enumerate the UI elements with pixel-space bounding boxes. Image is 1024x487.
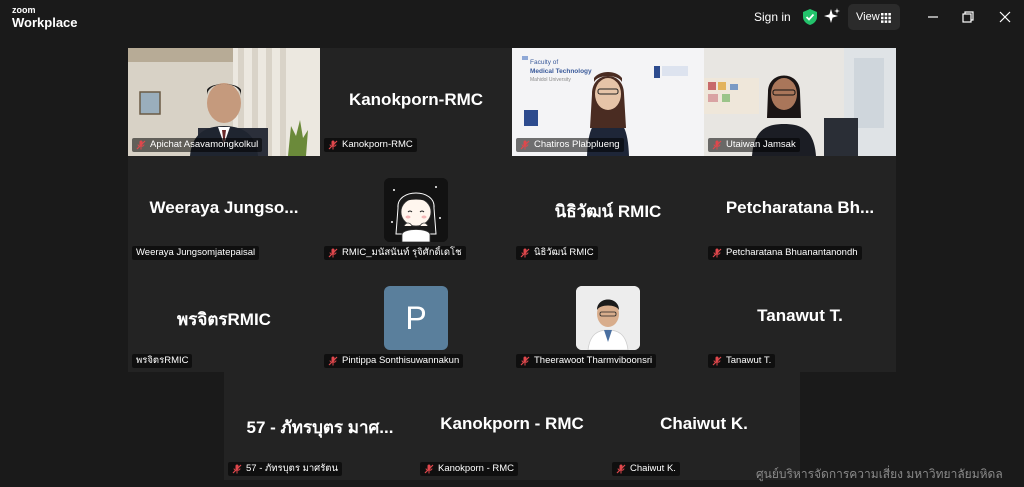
ai-companion-sparkle-icon[interactable] xyxy=(824,8,840,24)
mic-muted-icon xyxy=(520,356,530,366)
view-label: View xyxy=(856,11,880,23)
participant-name: Weeraya Jungsomjatepaisal xyxy=(136,247,256,258)
video-gallery: Apichat Asavamongkolkul Kanokporn-RMC Ka… xyxy=(0,36,1024,487)
mic-muted-icon xyxy=(328,248,338,258)
participant-name: Pintippa Sonthisuwannakun xyxy=(342,355,460,366)
participant-name: 57 - ภัทรบุตร มาศรัตน xyxy=(246,463,338,474)
participant-name-tag: นิธิวัฒน์ RMIC xyxy=(516,246,598,260)
participant-tile[interactable]: Chaiwut K. Chaiwut K. xyxy=(608,372,800,480)
mic-muted-icon xyxy=(712,356,722,366)
watermark-text: ศูนย์บริหารจัดการความเสี่ยง มหาวิทยาลัยม… xyxy=(756,467,1003,481)
participant-name-tag: Theerawoot Tharmviboonsri xyxy=(516,354,657,368)
shield-check-icon[interactable] xyxy=(803,9,817,25)
slide-text-line2: Medical Technology xyxy=(530,68,592,75)
participant-name-tag: Weeraya Jungsomjatepaisal xyxy=(132,246,260,260)
participant-tile[interactable]: Weeraya Jungso... Weeraya Jungsomjatepai… xyxy=(128,156,320,264)
participant-tile[interactable]: Faculty of Medical Technology Mahidol Un… xyxy=(512,48,704,156)
participant-name-tag: RMIC_มนัสนันท์ รุจิศักดิ์เดโช xyxy=(324,246,466,260)
participant-name-tag: Pintippa Sonthisuwannakun xyxy=(324,354,464,368)
mic-muted-icon xyxy=(328,356,338,366)
participant-tile[interactable]: Theerawoot Tharmviboonsri xyxy=(512,264,704,372)
participant-tile[interactable]: Tanawut T. Tanawut T. xyxy=(704,264,896,372)
participant-tile[interactable]: Petcharatana Bh... Petcharatana Bhuanant… xyxy=(704,156,896,264)
mic-muted-icon xyxy=(136,140,146,150)
participant-name: Kanokporn - RMC xyxy=(438,463,515,474)
participant-name: พรจิตรRMIC xyxy=(136,355,189,366)
participant-display-name: Petcharatana Bh... xyxy=(725,198,875,217)
cartoon-avatar-image xyxy=(384,178,448,242)
mic-muted-icon xyxy=(232,464,242,474)
participant-name: Apichat Asavamongkolkul xyxy=(150,139,259,150)
mic-muted-icon xyxy=(520,248,530,258)
mic-muted-icon xyxy=(328,140,338,150)
mic-muted-icon xyxy=(712,248,722,258)
participant-display-name: Tanawut T. xyxy=(757,306,843,325)
participant-tile[interactable]: Apichat Asavamongkolkul xyxy=(128,48,320,156)
avatar xyxy=(576,286,640,350)
logo-workplace-text: Workplace xyxy=(12,15,78,30)
avatar-letter: P xyxy=(405,299,427,336)
participant-name-tag: Chaiwut K. xyxy=(612,462,680,476)
sign-in-link[interactable]: Sign in xyxy=(754,10,791,24)
participant-name: Tanawut T. xyxy=(726,355,772,366)
participant-name: Theerawoot Tharmviboonsri xyxy=(534,355,653,366)
participant-name-tag: Kanokporn-RMC xyxy=(324,138,417,152)
close-icon[interactable] xyxy=(997,9,1013,25)
participant-display-name: Kanokporn - RMC xyxy=(440,414,584,433)
participant-name-tag: Tanawut T. xyxy=(708,354,776,368)
logo-zoom-text: zoom xyxy=(12,5,36,15)
participant-display-name: Weeraya Jungso... xyxy=(149,198,299,217)
restore-icon[interactable] xyxy=(960,9,976,25)
participant-tile[interactable]: นิธิวัฒน์ RMIC นิธิวัฒน์ RMIC xyxy=(512,156,704,264)
participant-name: Chaiwut K. xyxy=(630,463,676,474)
participant-display-name: นิธิวัฒน์ RMIC xyxy=(554,202,662,221)
participant-name-tag: 57 - ภัทรบุตร มาศรัตน xyxy=(228,462,342,476)
participant-display-name: Chaiwut K. xyxy=(660,414,748,433)
participant-display-name: Kanokporn-RMC xyxy=(348,90,484,109)
participant-tile[interactable]: Kanokporn-RMC Kanokporn-RMC xyxy=(320,48,512,156)
participant-display-name: พรจิตรRMIC xyxy=(177,310,271,329)
participant-name: RMIC_มนัสนันท์ รุจิศักดิ์เดโช xyxy=(342,247,462,258)
avatar: P xyxy=(384,286,448,350)
grid-view-icon xyxy=(881,13,891,23)
participant-tile[interactable]: P Pintippa Sonthisuwannakun xyxy=(320,264,512,372)
view-button[interactable]: View xyxy=(848,4,900,30)
participant-name: นิธิวัฒน์ RMIC xyxy=(534,247,594,258)
mic-muted-icon xyxy=(712,140,722,150)
minimize-icon[interactable] xyxy=(925,9,941,25)
participant-name-tag: Chatiros Plabplueng xyxy=(516,138,624,152)
mic-muted-icon xyxy=(520,140,530,150)
participant-name: Utaiwan Jamsak xyxy=(726,139,796,150)
slide-text-line3: Mahidol University xyxy=(530,77,571,83)
participant-tile[interactable]: พรจิตรRMIC พรจิตรRMIC xyxy=(128,264,320,372)
participant-name: Petcharatana Bhuanantanondh xyxy=(726,247,858,258)
avatar xyxy=(384,178,448,242)
participant-tile[interactable]: Utaiwan Jamsak xyxy=(704,48,896,156)
zoom-workplace-logo: zoom Workplace xyxy=(12,5,78,30)
participant-display-name: 57 - ภัทรบุตร มาศ... xyxy=(246,418,394,437)
slide-text-line1: Faculty of xyxy=(530,59,558,66)
participant-tile[interactable]: 57 - ภัทรบุตร มาศ... 57 - ภัทรบุตร มาศรั… xyxy=(224,372,416,480)
mic-muted-icon xyxy=(616,464,626,474)
participant-name-tag: Utaiwan Jamsak xyxy=(708,138,800,152)
mic-muted-icon xyxy=(424,464,434,474)
title-bar: zoom Workplace Sign in View xyxy=(0,0,1024,36)
participant-name-tag: Kanokporn - RMC xyxy=(420,462,519,476)
participant-name: Chatiros Plabplueng xyxy=(534,139,620,150)
profile-photo-image xyxy=(576,286,640,350)
participant-tile[interactable]: Kanokporn - RMC Kanokporn - RMC xyxy=(416,372,608,480)
participant-name-tag: พรจิตรRMIC xyxy=(132,354,193,368)
participant-name-tag: Petcharatana Bhuanantanondh xyxy=(708,246,862,260)
participant-name-tag: Apichat Asavamongkolkul xyxy=(132,138,263,152)
participant-name: Kanokporn-RMC xyxy=(342,139,413,150)
participant-tile[interactable]: RMIC_มนัสนันท์ รุจิศักดิ์เดโช xyxy=(320,156,512,264)
